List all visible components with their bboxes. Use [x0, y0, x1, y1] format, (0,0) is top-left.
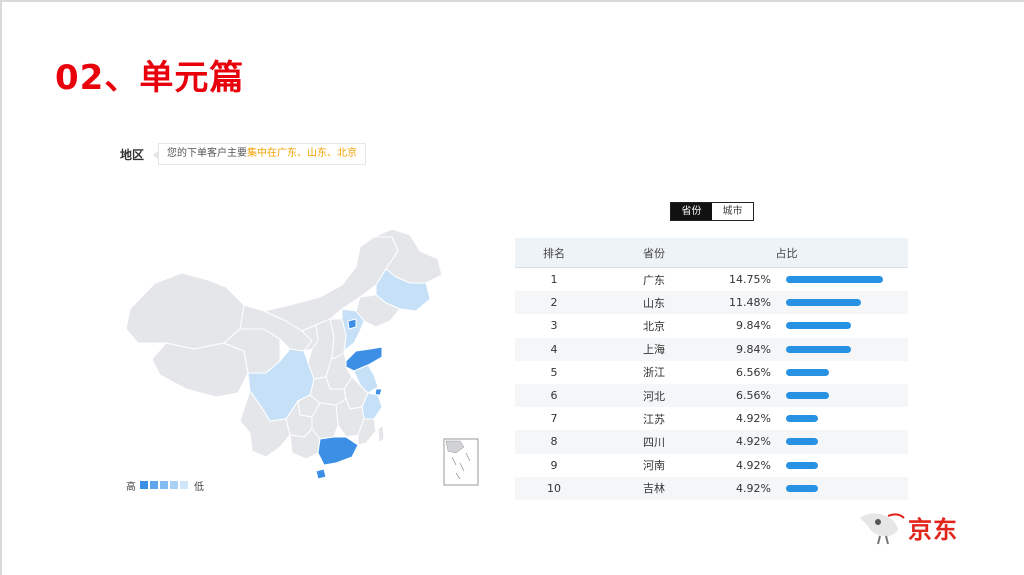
row-rank: 3	[550, 319, 558, 333]
row-percentage: 14.75%	[729, 273, 771, 287]
row-percentage: 4.92%	[736, 481, 771, 495]
header-share: 占比	[775, 246, 798, 260]
row-percentage: 11.48%	[729, 296, 771, 310]
row-province: 四川	[643, 435, 665, 449]
table-row: 2 山东 11.48%	[515, 291, 908, 315]
row-share-bar	[786, 438, 818, 446]
legend-low-label: 低	[194, 481, 204, 493]
row-rank: 4	[550, 342, 558, 356]
row-bar-cell	[775, 461, 908, 469]
row-rank: 7	[550, 412, 558, 426]
table-body: 1 广东 14.75% 2 山东 11.48% 3 北京 9.84% 4 上海 9.84% 5 浙江 6.5…	[515, 268, 908, 500]
legend-swatch-1	[140, 481, 148, 489]
province-hainan[interactable]	[315, 468, 327, 480]
legend-swatch-5	[180, 481, 188, 489]
province-xinjiang[interactable]	[125, 272, 245, 350]
row-rank: 8	[550, 435, 558, 449]
province-tibet[interactable]	[151, 342, 249, 398]
row-share-bar	[786, 276, 883, 284]
table-row: 5 浙江 6.56%	[515, 360, 908, 384]
row-bar-cell	[775, 276, 908, 284]
row-province: 广东	[643, 273, 665, 287]
table-row: 8 四川 4.92%	[515, 430, 908, 454]
legend-swatch-2	[150, 481, 158, 489]
row-province: 北京	[643, 319, 665, 333]
legend-swatch-4	[170, 481, 178, 489]
row-share-bar	[786, 484, 818, 492]
table-header: 排名 省份 占比	[515, 238, 908, 268]
table-row: 3 北京 9.84%	[515, 314, 908, 338]
row-percentage: 6.56%	[736, 365, 771, 379]
china-map	[125, 228, 479, 486]
row-percentage: 9.84%	[736, 319, 771, 333]
row-bar-cell	[775, 368, 908, 376]
row-bar-cell	[775, 345, 908, 353]
table-row: 7 江苏 4.92%	[515, 407, 908, 431]
province-taiwan[interactable]	[377, 424, 385, 444]
row-share-bar	[786, 345, 851, 353]
row-rank: 9	[550, 458, 558, 472]
summary-highlight: 集中在广东、山东、北京	[247, 148, 357, 159]
legend-swatch-3	[160, 481, 168, 489]
row-province: 山东	[643, 296, 665, 310]
row-rank: 5	[550, 365, 558, 379]
row-share-bar	[786, 322, 851, 330]
slide-frame-left	[0, 0, 2, 575]
row-province: 河北	[643, 389, 665, 403]
row-percentage: 6.56%	[736, 389, 771, 403]
row-share-bar	[786, 392, 829, 400]
row-province: 浙江	[643, 366, 665, 380]
row-share-bar	[786, 368, 829, 376]
ranking-table: 排名 省份 占比 1 广东 14.75% 2 山东 11.48% 3 北京 9.84% 4 上海 9.…	[515, 238, 908, 500]
row-share-bar	[786, 461, 818, 469]
table-row: 10 吉林 4.92%	[515, 476, 908, 500]
row-percentage: 9.84%	[736, 342, 771, 356]
summary-prefix: 您的下单客户主要	[167, 148, 247, 159]
table-row: 9 河南 4.92%	[515, 453, 908, 477]
row-province: 江苏	[643, 412, 665, 426]
row-bar-cell	[775, 322, 908, 330]
row-province: 河南	[643, 459, 665, 473]
table-row: 6 河北 6.56%	[515, 383, 908, 408]
table-row: 1 广东 14.75%	[515, 268, 908, 292]
row-bar-cell	[775, 484, 908, 492]
slide-frame-top	[0, 0, 1024, 2]
province-guangdong[interactable]	[317, 436, 359, 466]
map-legend: 高 低	[122, 479, 208, 493]
row-bar-cell	[775, 438, 908, 446]
row-share-bar	[786, 299, 861, 307]
row-rank: 2	[550, 296, 558, 310]
row-bar-cell	[775, 392, 908, 400]
header-rank: 排名	[543, 246, 565, 260]
row-percentage: 4.92%	[736, 435, 771, 449]
row-bar-cell	[775, 299, 908, 307]
row-rank: 10	[547, 481, 561, 495]
header-province: 省份	[643, 246, 665, 260]
south-china-sea-inset	[443, 438, 479, 486]
row-share-bar	[786, 415, 818, 423]
region-label: 地区	[120, 148, 145, 162]
province-beijing[interactable]	[347, 318, 357, 330]
legend-high-label: 高	[126, 481, 136, 493]
row-percentage: 4.92%	[736, 412, 771, 426]
row-rank: 6	[550, 389, 558, 403]
row-province: 吉林	[643, 482, 665, 496]
toggle-city[interactable]: 城市	[712, 203, 753, 220]
row-bar-cell	[775, 415, 908, 423]
row-province: 上海	[643, 343, 665, 357]
slide-title: 02、单元篇	[55, 58, 245, 98]
table-row: 4 上海 9.84%	[515, 337, 908, 361]
row-percentage: 4.92%	[736, 458, 771, 472]
toggle-province[interactable]: 省份	[671, 203, 712, 220]
province-shanghai[interactable]	[374, 388, 383, 396]
view-toggle: 省份 城市	[670, 202, 754, 221]
row-rank: 1	[550, 273, 558, 287]
brand-name: 京东	[908, 516, 958, 544]
region-summary: 您的下单客户主要集中在广东、山东、北京	[153, 143, 366, 165]
